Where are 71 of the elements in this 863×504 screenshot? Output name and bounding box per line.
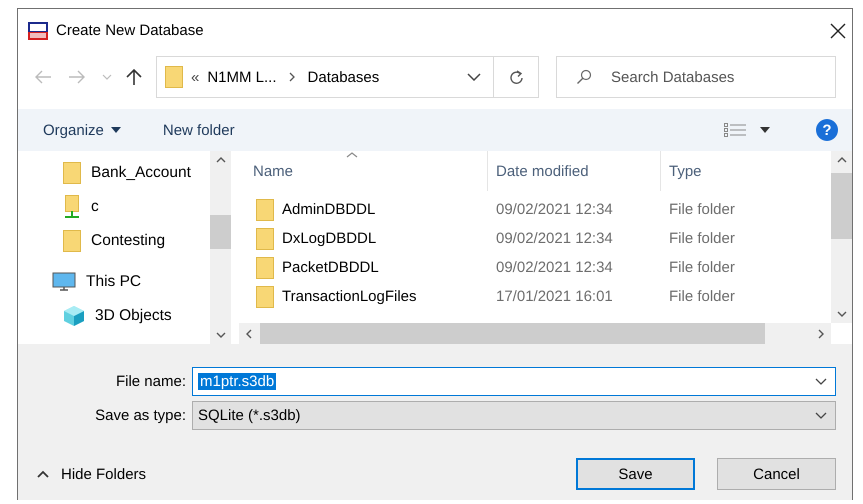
scroll-up-icon[interactable] (836, 157, 846, 163)
new-folder-button[interactable]: New folder (162, 122, 235, 138)
scroll-down-icon[interactable] (216, 332, 226, 338)
folder-icon (256, 228, 274, 250)
file-name-label: File name: (114, 372, 187, 390)
scroll-left-icon[interactable] (246, 328, 252, 338)
file-name[interactable]: AdminDBDDL (282, 201, 376, 218)
file-name[interactable]: PacketDBDDL (282, 259, 379, 276)
date-modified: 09/02/2021 12:34 (496, 201, 613, 218)
breadcrumb[interactable]: Databases (308, 68, 380, 86)
date-modified: 09/02/2021 12:34 (496, 259, 613, 276)
scroll-thumb[interactable] (831, 173, 852, 239)
network-folder-icon (63, 195, 81, 219)
window-title: Create New Database (56, 22, 204, 39)
view-options-icon[interactable] (724, 123, 746, 137)
folder-icon (256, 256, 274, 278)
nav-item[interactable]: This PC (18, 265, 210, 299)
breadcrumb[interactable]: N1MM L... (207, 68, 277, 86)
overflow-chevron[interactable]: « (191, 68, 200, 86)
refresh-button[interactable] (494, 56, 539, 98)
scroll-down-icon[interactable] (836, 311, 846, 317)
cancel-button[interactable]: Cancel (717, 458, 836, 490)
collapse-caret-icon[interactable] (37, 470, 49, 478)
nav-item[interactable]: Contesting (18, 224, 210, 258)
search-field[interactable]: Search Databases (556, 56, 836, 98)
close-icon[interactable] (830, 22, 846, 38)
file-type: File folder (669, 288, 735, 305)
dropdown-caret-icon[interactable] (467, 73, 481, 81)
folder-icon (256, 286, 274, 308)
nav-item[interactable]: Bank_Account (18, 156, 210, 190)
search-icon (576, 69, 592, 85)
folder-icon (165, 66, 183, 88)
scrollbar[interactable] (210, 151, 231, 344)
caret-icon[interactable] (110, 127, 121, 133)
column-header[interactable]: Date modified (488, 151, 661, 191)
cube-icon (63, 305, 85, 327)
dropdown-caret-icon[interactable] (815, 378, 827, 384)
sort-caret-icon (346, 152, 358, 158)
file-type: File folder (669, 201, 735, 218)
nav-item[interactable]: c (18, 190, 210, 224)
save-as-type-label: Save as type: (94, 406, 187, 424)
scroll-right-icon[interactable] (818, 328, 824, 338)
file-type: File folder (669, 259, 735, 276)
column-header[interactable]: Type (661, 151, 831, 191)
dropdown-caret-icon[interactable] (815, 412, 827, 418)
column-header[interactable]: Name (239, 151, 488, 191)
scroll-thumb[interactable] (210, 215, 231, 249)
file-name[interactable]: TransactionLogFiles (282, 288, 417, 305)
nav-item[interactable]: 3D Objects (18, 299, 210, 333)
date-modified: 17/01/2021 16:01 (496, 288, 613, 305)
computer-icon (52, 272, 76, 292)
chevron-icon[interactable] (288, 72, 296, 82)
app-logo-icon (28, 22, 48, 40)
folder-icon (256, 198, 274, 220)
address-bar[interactable]: « N1MM L... Databases (156, 56, 494, 98)
file-name-field[interactable]: m1ptr.s3db (192, 366, 836, 396)
save-as-type-dropdown[interactable]: SQLite (*.s3db) (192, 400, 836, 430)
refresh-icon (508, 70, 524, 84)
help-button[interactable]: ? (816, 119, 838, 141)
file-type: File folder (669, 230, 735, 247)
hide-folders-button[interactable]: Hide Folders (61, 466, 146, 482)
up-arrow-icon[interactable] (126, 68, 142, 86)
date-modified: 09/02/2021 12:34 (496, 230, 613, 247)
file-name[interactable]: DxLogDBDDL (282, 230, 376, 247)
organize-menu-button[interactable]: Organize (43, 122, 104, 138)
caret-icon[interactable] (760, 127, 770, 133)
folder-icon (63, 162, 81, 184)
scroll-up-icon[interactable] (216, 157, 226, 163)
folder-icon (63, 230, 81, 252)
save-button[interactable]: Save (576, 458, 695, 490)
scrollbar[interactable] (831, 151, 852, 323)
